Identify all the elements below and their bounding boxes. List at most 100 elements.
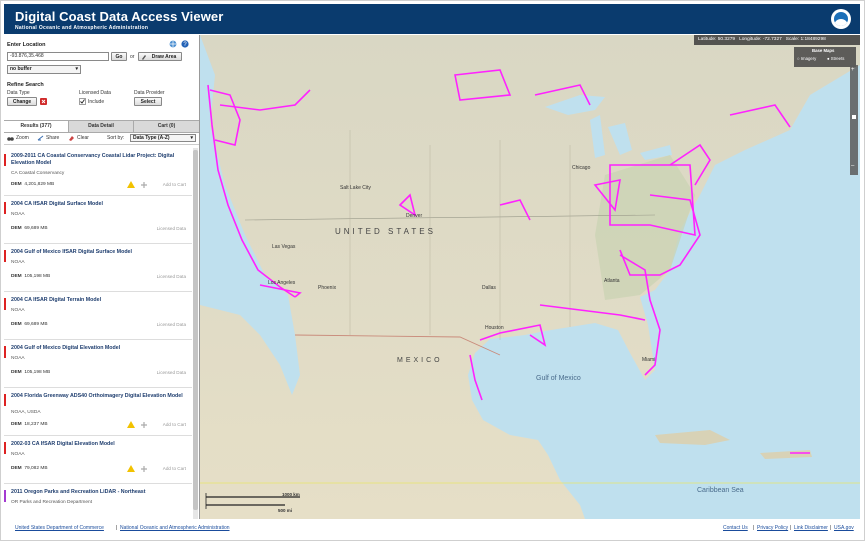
result-title[interactable]: 2004 Gulf of Mexico IfSAR Digital Surfac… xyxy=(11,249,189,256)
result-color-bar xyxy=(4,250,6,262)
result-title[interactable]: 2004 CA IfSAR Digital Terrain Model xyxy=(11,297,189,304)
sort-select[interactable]: Data Type (A-Z) ▾ xyxy=(130,134,196,142)
zoom-slider[interactable]: + – xyxy=(850,65,858,175)
licensed-data-text: Licensed Data xyxy=(156,322,186,327)
result-meta: DEM 79,082 MB xyxy=(11,466,48,471)
label-los-angeles: Los Angeles xyxy=(268,280,296,286)
or-text: or xyxy=(130,54,135,60)
add-to-cart-button[interactable]: Add to Cart xyxy=(163,182,186,187)
streets-radio[interactable]: ● Streets xyxy=(827,56,844,61)
result-color-bar xyxy=(4,394,6,406)
result-title[interactable]: 2004 Gulf of Mexico Digital Elevation Mo… xyxy=(11,345,189,352)
licensed-data-label: Licensed Data xyxy=(79,90,111,96)
draw-area-label: Draw Area xyxy=(151,54,177,60)
label-miami: Miami xyxy=(642,357,656,363)
results-scrollbar[interactable] xyxy=(193,148,198,519)
add-to-cart-icon[interactable] xyxy=(141,466,147,472)
tab-results[interactable]: Results (377) xyxy=(4,121,69,132)
add-to-cart-button[interactable]: Add to Cart xyxy=(163,466,186,471)
chevron-down-icon: ▾ xyxy=(190,135,193,141)
result-title[interactable]: 2002-03 CA IfSAR Digital Elevation Model xyxy=(11,441,189,448)
warning-icon xyxy=(127,181,135,188)
result-title[interactable]: 2011 Oregon Parks and Recreation LiDAR -… xyxy=(11,489,189,496)
commerce-link[interactable]: United States Department of Commerce xyxy=(15,525,104,531)
label-united-states: UNITED STATES xyxy=(335,227,436,236)
result-provider: NOAA, USDA xyxy=(11,410,41,415)
buffer-value: no buffer xyxy=(10,66,32,72)
binoculars-icon[interactable] xyxy=(7,135,14,141)
label-caribbean-sea: Caribbean Sea xyxy=(697,487,744,494)
add-to-cart-icon[interactable] xyxy=(141,422,147,428)
label-houston: Houston xyxy=(485,325,504,331)
help-icon[interactable]: ? xyxy=(181,40,189,48)
enter-location-label: Enter Location xyxy=(7,42,46,48)
link-disclaimer-link[interactable]: Link Disclaimer xyxy=(794,525,828,531)
draw-area-button[interactable]: Draw Area xyxy=(138,52,182,61)
result-title[interactable]: 2004 Florida Greenway ADS40 Orthoimagery… xyxy=(11,393,189,400)
noaa-link[interactable]: National Oceanic and Atmospheric Adminis… xyxy=(120,525,230,531)
map-view[interactable]: Latitude: 50.3279 Longitude: -72.7327 Sc… xyxy=(200,35,860,519)
basemap-switcher[interactable]: Base Maps ○ Imagery ● Streets xyxy=(794,47,856,67)
zoom-out-button[interactable]: – xyxy=(851,163,854,169)
pencil-icon xyxy=(142,55,146,60)
privacy-policy-link[interactable]: Privacy Policy xyxy=(757,525,788,531)
zoom-in-button[interactable]: + xyxy=(851,67,855,73)
tab-cart[interactable]: Cart (0) xyxy=(134,121,199,132)
scrollbar-thumb[interactable] xyxy=(193,150,198,510)
result-provider: NOAA xyxy=(11,452,25,457)
sort-by-label: Sort by: xyxy=(107,135,125,141)
list-item[interactable]: 2004 Gulf of Mexico Digital Elevation Mo… xyxy=(4,340,192,388)
contact-us-link[interactable]: Contact Us xyxy=(723,525,748,531)
list-item[interactable]: 2011 Oregon Parks and Recreation LiDAR -… xyxy=(4,484,192,519)
left-panel: Enter Location ? -93.876,35.468 Go or Dr… xyxy=(4,35,200,519)
result-title[interactable]: 2009-2011 CA Coastal Conservancy Coastal… xyxy=(11,153,189,167)
noaa-logo[interactable] xyxy=(831,9,851,29)
include-label: Include xyxy=(88,99,105,105)
share-button[interactable]: Share xyxy=(46,135,59,141)
buffer-select[interactable]: no buffer ▾ xyxy=(7,65,81,74)
go-button[interactable]: Go xyxy=(111,52,127,61)
clear-icon[interactable] xyxy=(68,135,75,141)
results-toolbar: Zoom Share Clear Sort by: Data Type (A-Z… xyxy=(4,132,199,145)
result-color-bar xyxy=(4,202,6,214)
location-input[interactable]: -93.876,35.468 xyxy=(7,52,109,61)
result-color-bar xyxy=(4,298,6,310)
include-checkbox[interactable] xyxy=(79,98,86,105)
scale-km: 1000 km xyxy=(282,492,300,497)
data-provider-label: Data Provider xyxy=(134,90,165,96)
label-denver: Denver xyxy=(406,213,423,219)
result-meta: DEM 105,198 MB xyxy=(11,370,51,375)
result-meta: DEM 105,198 MB xyxy=(11,274,51,279)
result-meta: DEM 69,689 MB xyxy=(11,322,48,327)
add-to-cart-icon[interactable] xyxy=(141,182,147,188)
add-to-cart-button[interactable]: Add to Cart xyxy=(163,422,186,427)
usa-gov-link[interactable]: USA.gov xyxy=(834,525,854,531)
list-item[interactable]: 2009-2011 CA Coastal Conservancy Coastal… xyxy=(4,148,192,196)
share-icon[interactable] xyxy=(37,135,44,141)
chevron-down-icon: ▾ xyxy=(75,66,78,72)
basemap xyxy=(200,35,860,519)
app-subtitle: National Oceanic and Atmospheric Adminis… xyxy=(15,25,149,31)
tab-data-detail[interactable]: Data Detail xyxy=(69,121,134,132)
select-provider-button[interactable]: Select xyxy=(134,97,162,106)
sort-value: Data Type (A-Z) xyxy=(133,135,170,141)
list-item[interactable]: 2002-03 CA IfSAR Digital Elevation Model… xyxy=(4,436,192,484)
remove-filter-icon[interactable] xyxy=(40,98,47,105)
list-item[interactable]: 2004 CA IfSAR Digital Terrain Model NOAA… xyxy=(4,292,192,340)
list-item[interactable]: 2004 Florida Greenway ADS40 Orthoimagery… xyxy=(4,388,192,436)
clear-button[interactable]: Clear xyxy=(77,135,89,141)
change-button[interactable]: Change xyxy=(7,97,37,106)
label-mexico: MEXICO xyxy=(397,357,443,364)
footer-separator: | xyxy=(830,525,832,531)
zoom-handle[interactable] xyxy=(852,115,856,119)
data-type-label: Data Type xyxy=(7,90,30,96)
result-title[interactable]: 2004 CA IfSAR Digital Surface Model xyxy=(11,201,189,208)
result-color-bar xyxy=(4,154,6,166)
list-item[interactable]: 2004 Gulf of Mexico IfSAR Digital Surfac… xyxy=(4,244,192,292)
zoom-button[interactable]: Zoom xyxy=(16,135,29,141)
imagery-radio[interactable]: ○ Imagery xyxy=(797,56,816,61)
globe-tools-icon[interactable] xyxy=(169,40,178,48)
footer-separator: | xyxy=(753,525,755,531)
list-item[interactable]: 2004 CA IfSAR Digital Surface Model NOAA… xyxy=(4,196,192,244)
label-phoenix: Phoenix xyxy=(318,285,337,291)
